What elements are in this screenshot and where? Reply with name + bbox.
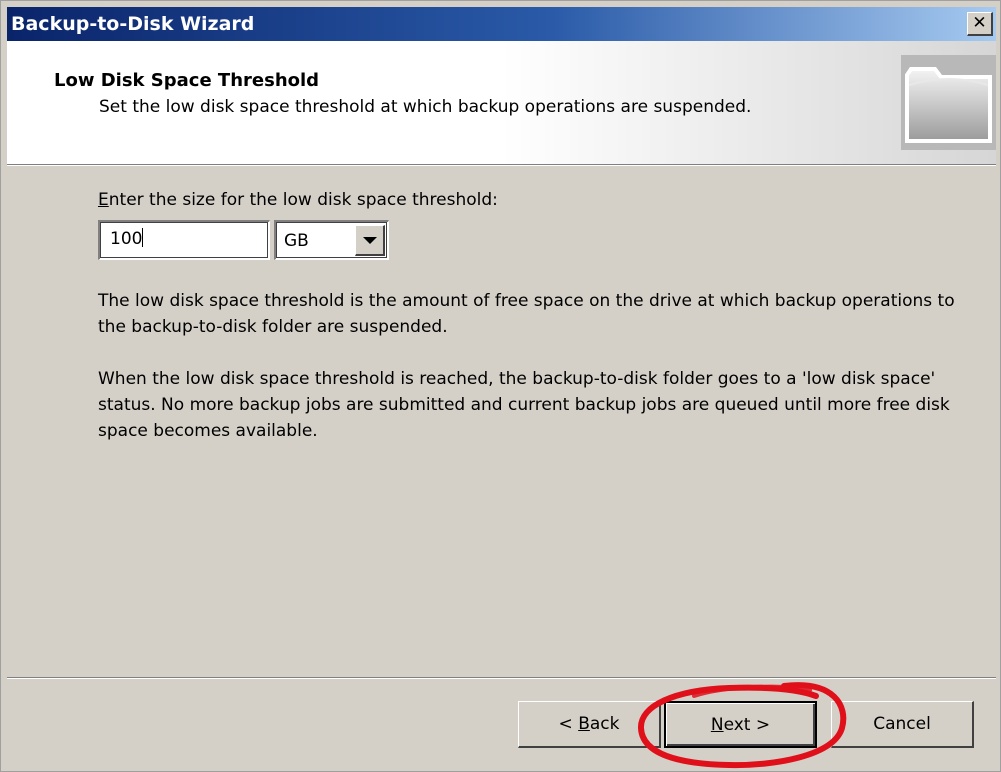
next-button[interactable]: Next > bbox=[664, 701, 817, 748]
threshold-size-value: 100 bbox=[110, 229, 143, 249]
close-button[interactable]: ✕ bbox=[967, 12, 993, 36]
folder-icon bbox=[901, 55, 996, 150]
dropdown-button[interactable] bbox=[355, 225, 385, 256]
window-title: Backup-to-Disk Wizard bbox=[11, 13, 255, 35]
wizard-header: Low Disk Space Threshold Set the low dis… bbox=[7, 41, 996, 165]
cancel-label: Cancel bbox=[873, 714, 931, 734]
close-icon: ✕ bbox=[972, 13, 987, 33]
threshold-prompt-label: Enter the size for the low disk space th… bbox=[98, 190, 498, 210]
page-subtitle: Set the low disk space threshold at whic… bbox=[99, 97, 752, 117]
back-accelerator: B bbox=[578, 714, 590, 734]
cancel-button[interactable]: Cancel bbox=[831, 701, 974, 748]
footer-divider bbox=[7, 677, 996, 679]
description-paragraph-1: The low disk space threshold is the amou… bbox=[98, 291, 955, 337]
page-title: Low Disk Space Threshold bbox=[54, 70, 320, 91]
next-accelerator: N bbox=[710, 714, 724, 735]
title-bar[interactable]: Backup-to-Disk Wizard ✕ bbox=[7, 7, 996, 41]
threshold-size-input[interactable]: 100 bbox=[98, 220, 270, 260]
text-caret bbox=[142, 228, 144, 247]
back-button[interactable]: < Back bbox=[518, 701, 661, 748]
unit-dropdown[interactable]: GB bbox=[274, 220, 389, 260]
description-paragraph-2: When the low disk space threshold is rea… bbox=[98, 369, 950, 441]
next-label: ext > bbox=[723, 714, 771, 735]
back-label: ack bbox=[589, 714, 620, 734]
chevron-down-icon bbox=[362, 236, 377, 244]
unit-selected-value: GB bbox=[284, 231, 309, 251]
back-prefix: < bbox=[558, 714, 579, 734]
prompt-accelerator: E bbox=[98, 190, 109, 210]
wizard-window: Backup-to-Disk Wizard ✕ Low Disk Space T… bbox=[0, 0, 1001, 772]
prompt-text: nter the size for the low disk space thr… bbox=[108, 190, 498, 210]
